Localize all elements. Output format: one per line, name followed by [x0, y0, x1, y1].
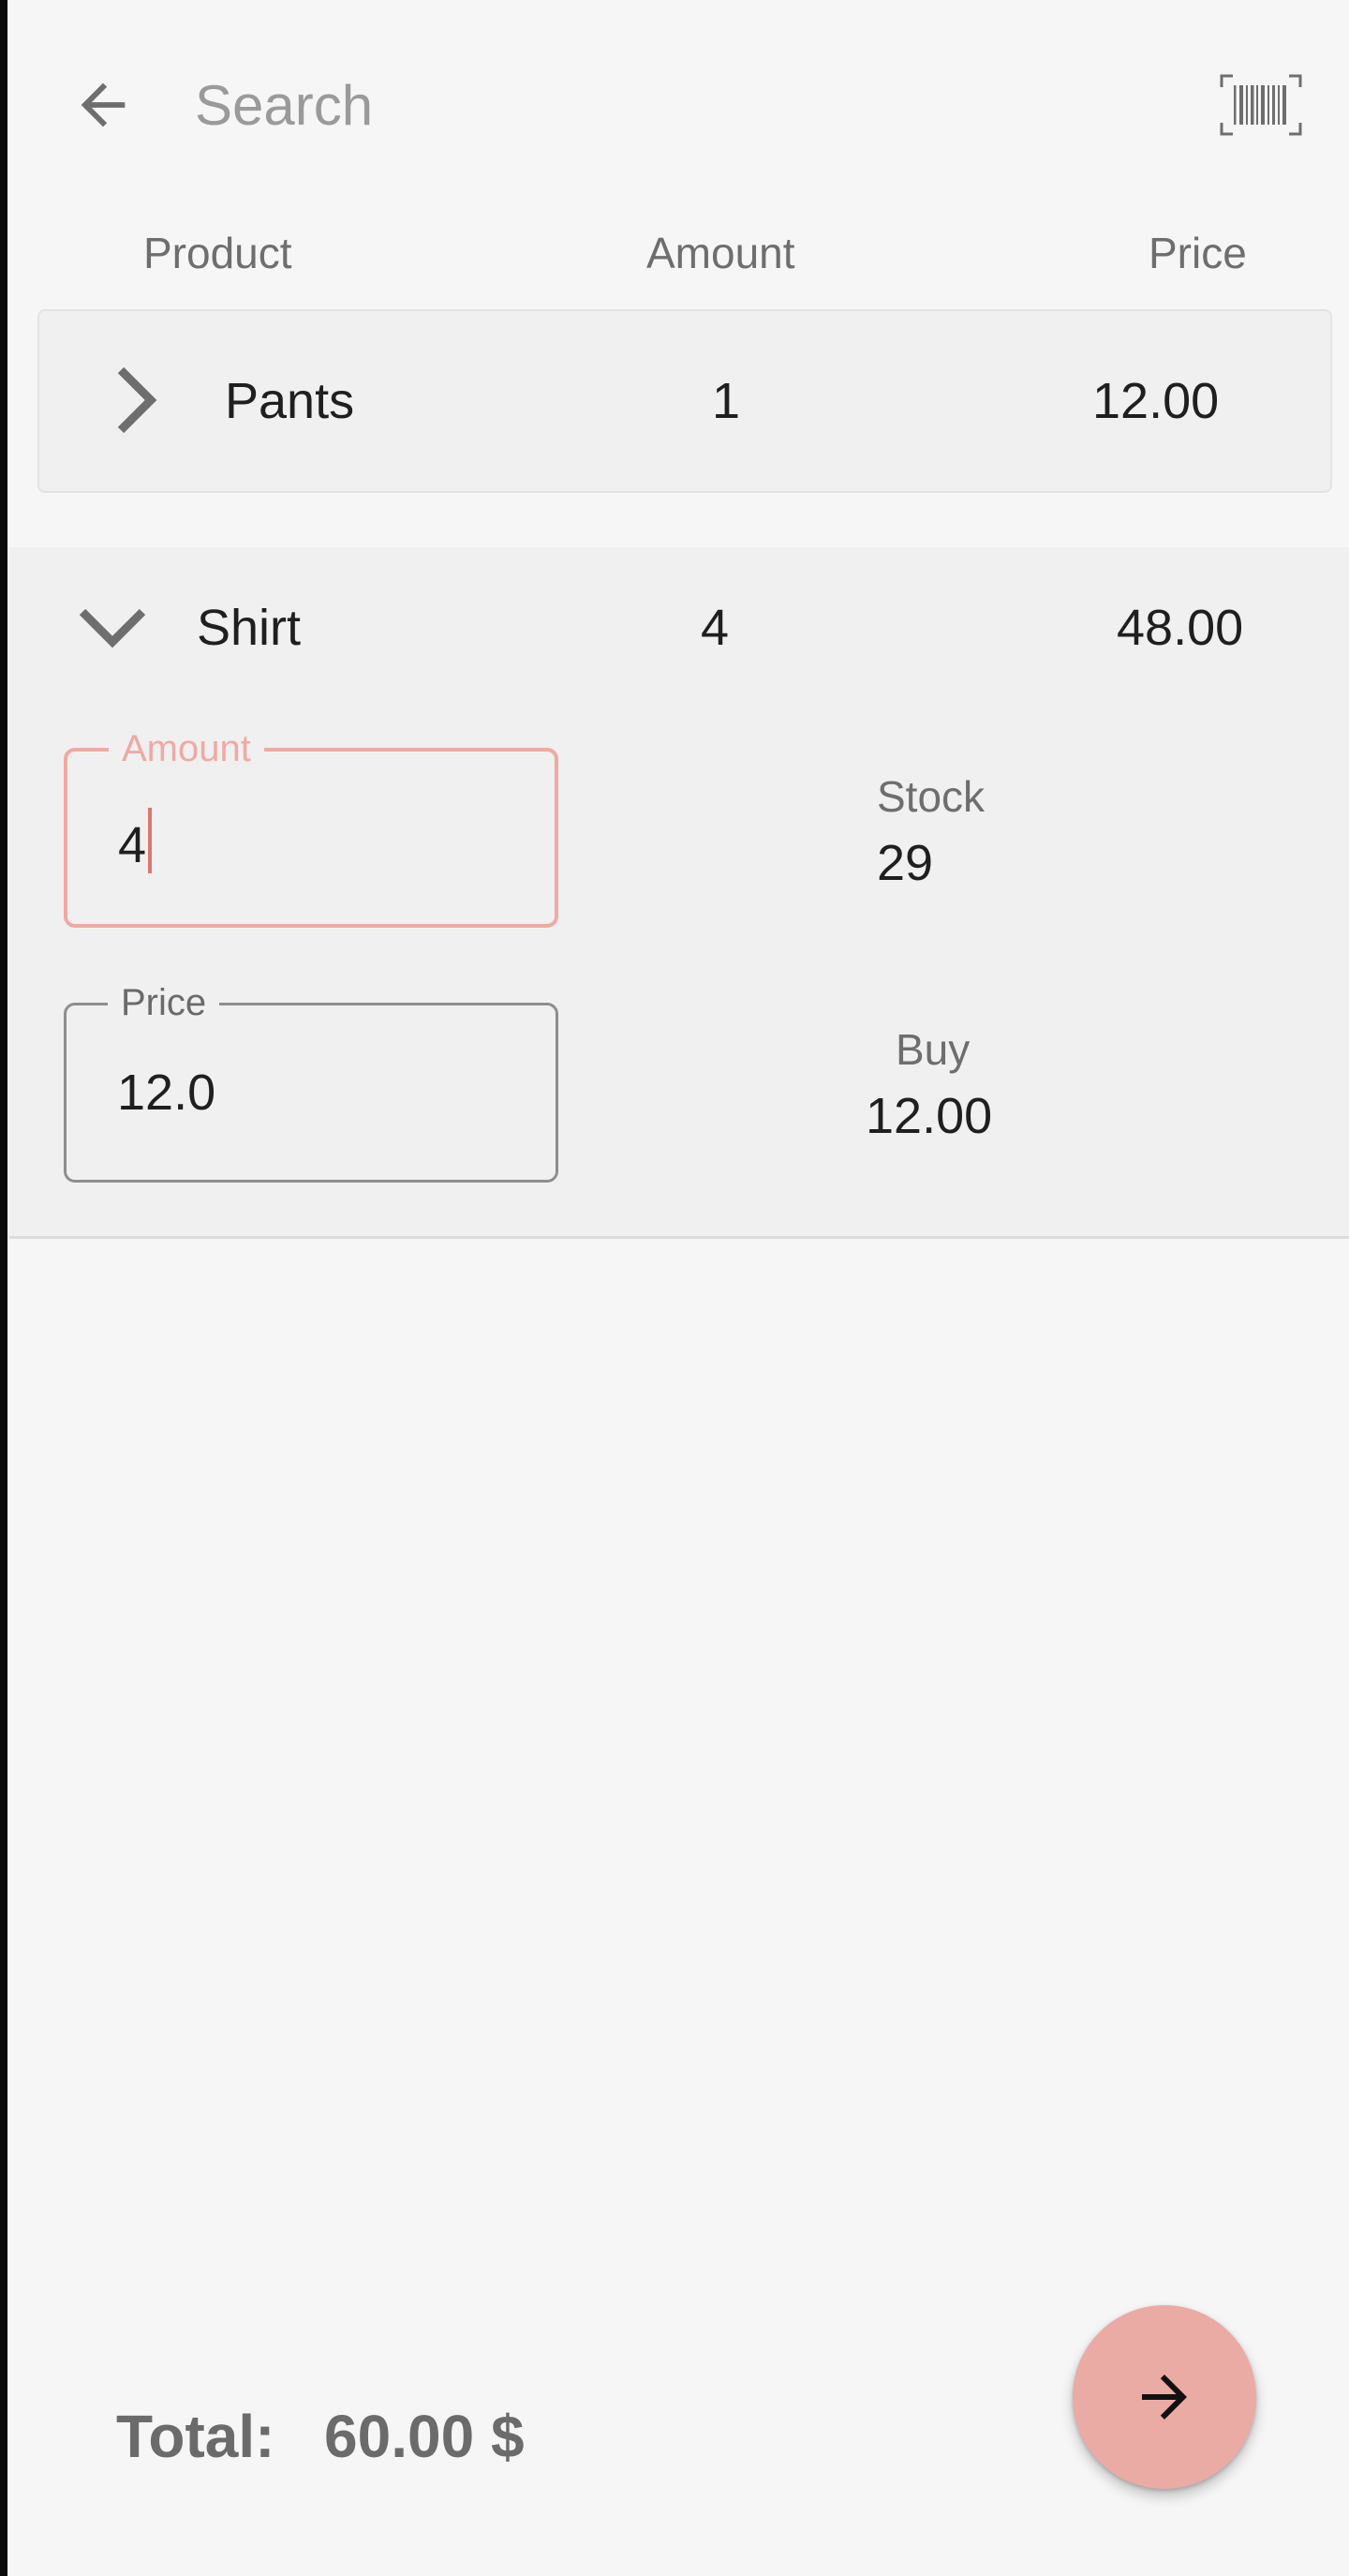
column-header-product: Product — [143, 229, 292, 277]
amount-field-value-wrap: 4 — [118, 808, 153, 876]
stock-value: 29 — [877, 835, 934, 891]
price-field[interactable]: Price 12.0 — [64, 980, 558, 1183]
expand-button[interactable] — [96, 358, 180, 442]
barcode-scan-icon — [1220, 74, 1302, 136]
chevron-down-icon — [79, 608, 146, 648]
buy-value: 12.00 — [866, 1088, 993, 1144]
product-row-pants[interactable]: Pants 1 12.00 — [37, 309, 1332, 493]
collapse-button[interactable] — [66, 585, 159, 669]
buy-label: Buy — [896, 1025, 971, 1074]
arrow-left-icon — [81, 82, 126, 127]
column-header-price: Price — [1149, 229, 1247, 277]
product-row-shirt[interactable]: Shirt 4 48.00 Amount 4 Stock 29 Price 12… — [9, 547, 1349, 1239]
product-price: 48.00 — [1117, 600, 1244, 656]
arrow-right-icon — [1142, 2375, 1187, 2420]
product-name: Pants — [225, 373, 355, 429]
column-header-amount: Amount — [646, 229, 795, 277]
amount-field[interactable]: Amount 4 — [64, 726, 558, 928]
back-button[interactable] — [56, 58, 150, 152]
total-label: Total: — [116, 2403, 275, 2470]
product-amount: 4 — [701, 600, 730, 656]
product-name: Shirt — [197, 600, 302, 656]
price-field-value: 12.0 — [117, 1065, 216, 1121]
product-amount: 1 — [712, 373, 741, 429]
chevron-right-icon — [117, 366, 157, 434]
text-cursor — [148, 808, 153, 873]
amount-field-value: 4 — [118, 817, 147, 873]
product-price: 12.00 — [1092, 373, 1220, 429]
search-input[interactable] — [195, 58, 1113, 152]
total-value: 60.00 $ — [324, 2403, 525, 2470]
screen-edge — [0, 0, 7, 2576]
barcode-scan-button[interactable] — [1214, 58, 1308, 152]
next-button[interactable] — [1073, 2305, 1256, 2489]
amount-field-label: Amount — [109, 726, 264, 771]
stock-label: Stock — [877, 772, 986, 821]
price-field-label: Price — [108, 980, 220, 1025]
